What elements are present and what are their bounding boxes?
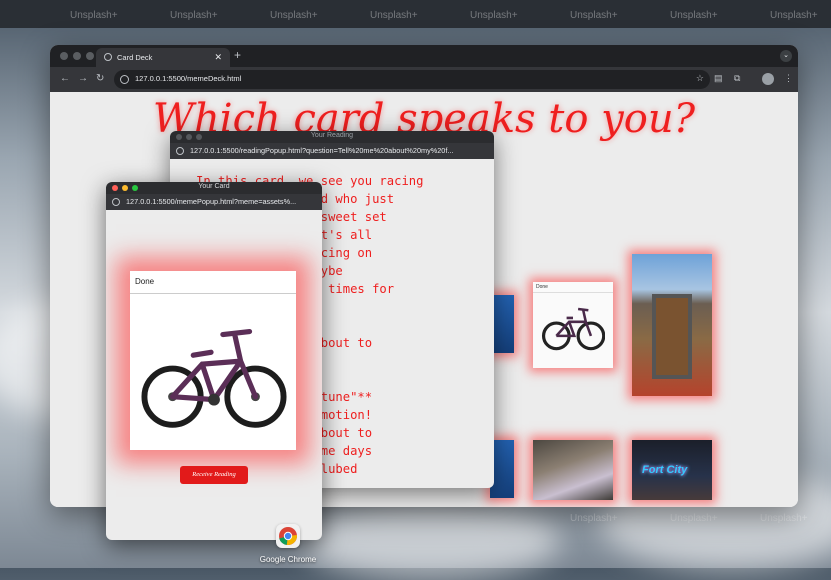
site-info-icon[interactable] xyxy=(176,147,184,155)
deck-card-fort-city[interactable]: Fort City xyxy=(632,440,712,500)
popup-address-bar[interactable]: 127.0.0.1:5500/readingPopup.html?questio… xyxy=(170,143,494,159)
popup-url: 127.0.0.1:5500/readingPopup.html?questio… xyxy=(190,146,454,155)
site-info-icon[interactable] xyxy=(112,198,120,206)
menu-icon[interactable]: ⋮ xyxy=(784,73,793,84)
tab-title: Card Deck xyxy=(117,53,153,62)
url-text: 127.0.0.1:5500/memeDeck.html xyxy=(135,74,242,83)
watermark: Unsplash+ xyxy=(270,10,318,21)
watermark: Unsplash+ xyxy=(570,513,618,524)
card-label: Done xyxy=(135,277,155,286)
watermark: Unsplash+ xyxy=(170,10,218,21)
watermark: Unsplash+ xyxy=(370,10,418,21)
popup-title: Your Reading xyxy=(310,132,354,139)
bicycle-image xyxy=(541,307,605,351)
profile-avatar[interactable] xyxy=(762,73,774,85)
chrome-icon xyxy=(279,527,297,545)
receive-reading-button[interactable]: Receive Reading xyxy=(180,466,248,484)
parking-meter-image xyxy=(652,294,692,379)
close-icon[interactable]: ✕ xyxy=(214,52,222,63)
reload-button[interactable]: ↻ xyxy=(96,73,104,84)
site-info-icon[interactable] xyxy=(120,75,129,84)
dock-app-label: Google Chrome xyxy=(259,555,317,564)
cloud xyxy=(300,500,560,580)
selected-card: Done xyxy=(130,271,296,450)
popup-title-bar: Your Card xyxy=(106,182,322,194)
card-popup-window: Your Card 127.0.0.1:5500/memePopup.html?… xyxy=(106,182,322,540)
deck-card-bike[interactable]: Done xyxy=(533,282,613,368)
window-zoom-dot[interactable] xyxy=(86,52,94,60)
watermark: Unsplash+ xyxy=(670,513,718,524)
star-icon[interactable]: ☆ xyxy=(696,73,704,84)
watermark: Unsplash+ xyxy=(570,10,618,21)
deck-card-parking[interactable] xyxy=(632,254,712,396)
watermark: Unsplash+ xyxy=(770,10,818,21)
watermark: Unsplash+ xyxy=(760,513,808,524)
window-minimize-dot[interactable] xyxy=(73,52,81,60)
watermark: Unsplash+ xyxy=(70,10,118,21)
tab-card-deck[interactable]: Card Deck ✕ xyxy=(96,48,230,67)
card-divider xyxy=(130,293,296,294)
tab-bar: Card Deck ✕ + ⌄ xyxy=(50,45,798,67)
chevron-down-icon[interactable]: ⌄ xyxy=(780,50,792,62)
chrome-dock-icon[interactable] xyxy=(276,524,300,548)
deck-card-party[interactable] xyxy=(533,440,613,500)
window-close-dot[interactable] xyxy=(60,52,68,60)
fort-city-sign: Fort City xyxy=(642,464,688,476)
extensions-icon[interactable]: ⧉ xyxy=(734,73,740,84)
watermark: Unsplash+ xyxy=(670,10,718,21)
forward-button[interactable]: → xyxy=(78,73,88,84)
new-tab-button[interactable]: + xyxy=(234,48,241,62)
watermark: Unsplash+ xyxy=(470,10,518,21)
popup-title: Your Card xyxy=(198,183,230,190)
popup-title-bar: Your Reading xyxy=(170,131,494,143)
popup-address-bar[interactable]: 127.0.0.1:5500/memePopup.html?meme=asset… xyxy=(106,194,322,210)
bicycle-image xyxy=(141,328,287,428)
card-divider xyxy=(533,292,613,293)
reading-mode-icon[interactable]: ▤ xyxy=(714,73,723,84)
popup-url: 127.0.0.1:5500/memePopup.html?meme=asset… xyxy=(126,197,297,206)
back-button[interactable]: ← xyxy=(60,73,70,84)
address-bar[interactable]: 127.0.0.1:5500/memeDeck.html ☆ xyxy=(114,70,710,89)
card-label: Done xyxy=(536,284,548,290)
browser-toolbar: ← → ↻ 127.0.0.1:5500/memeDeck.html ☆ ▤ ⧉… xyxy=(50,67,798,92)
globe-icon xyxy=(104,53,112,61)
